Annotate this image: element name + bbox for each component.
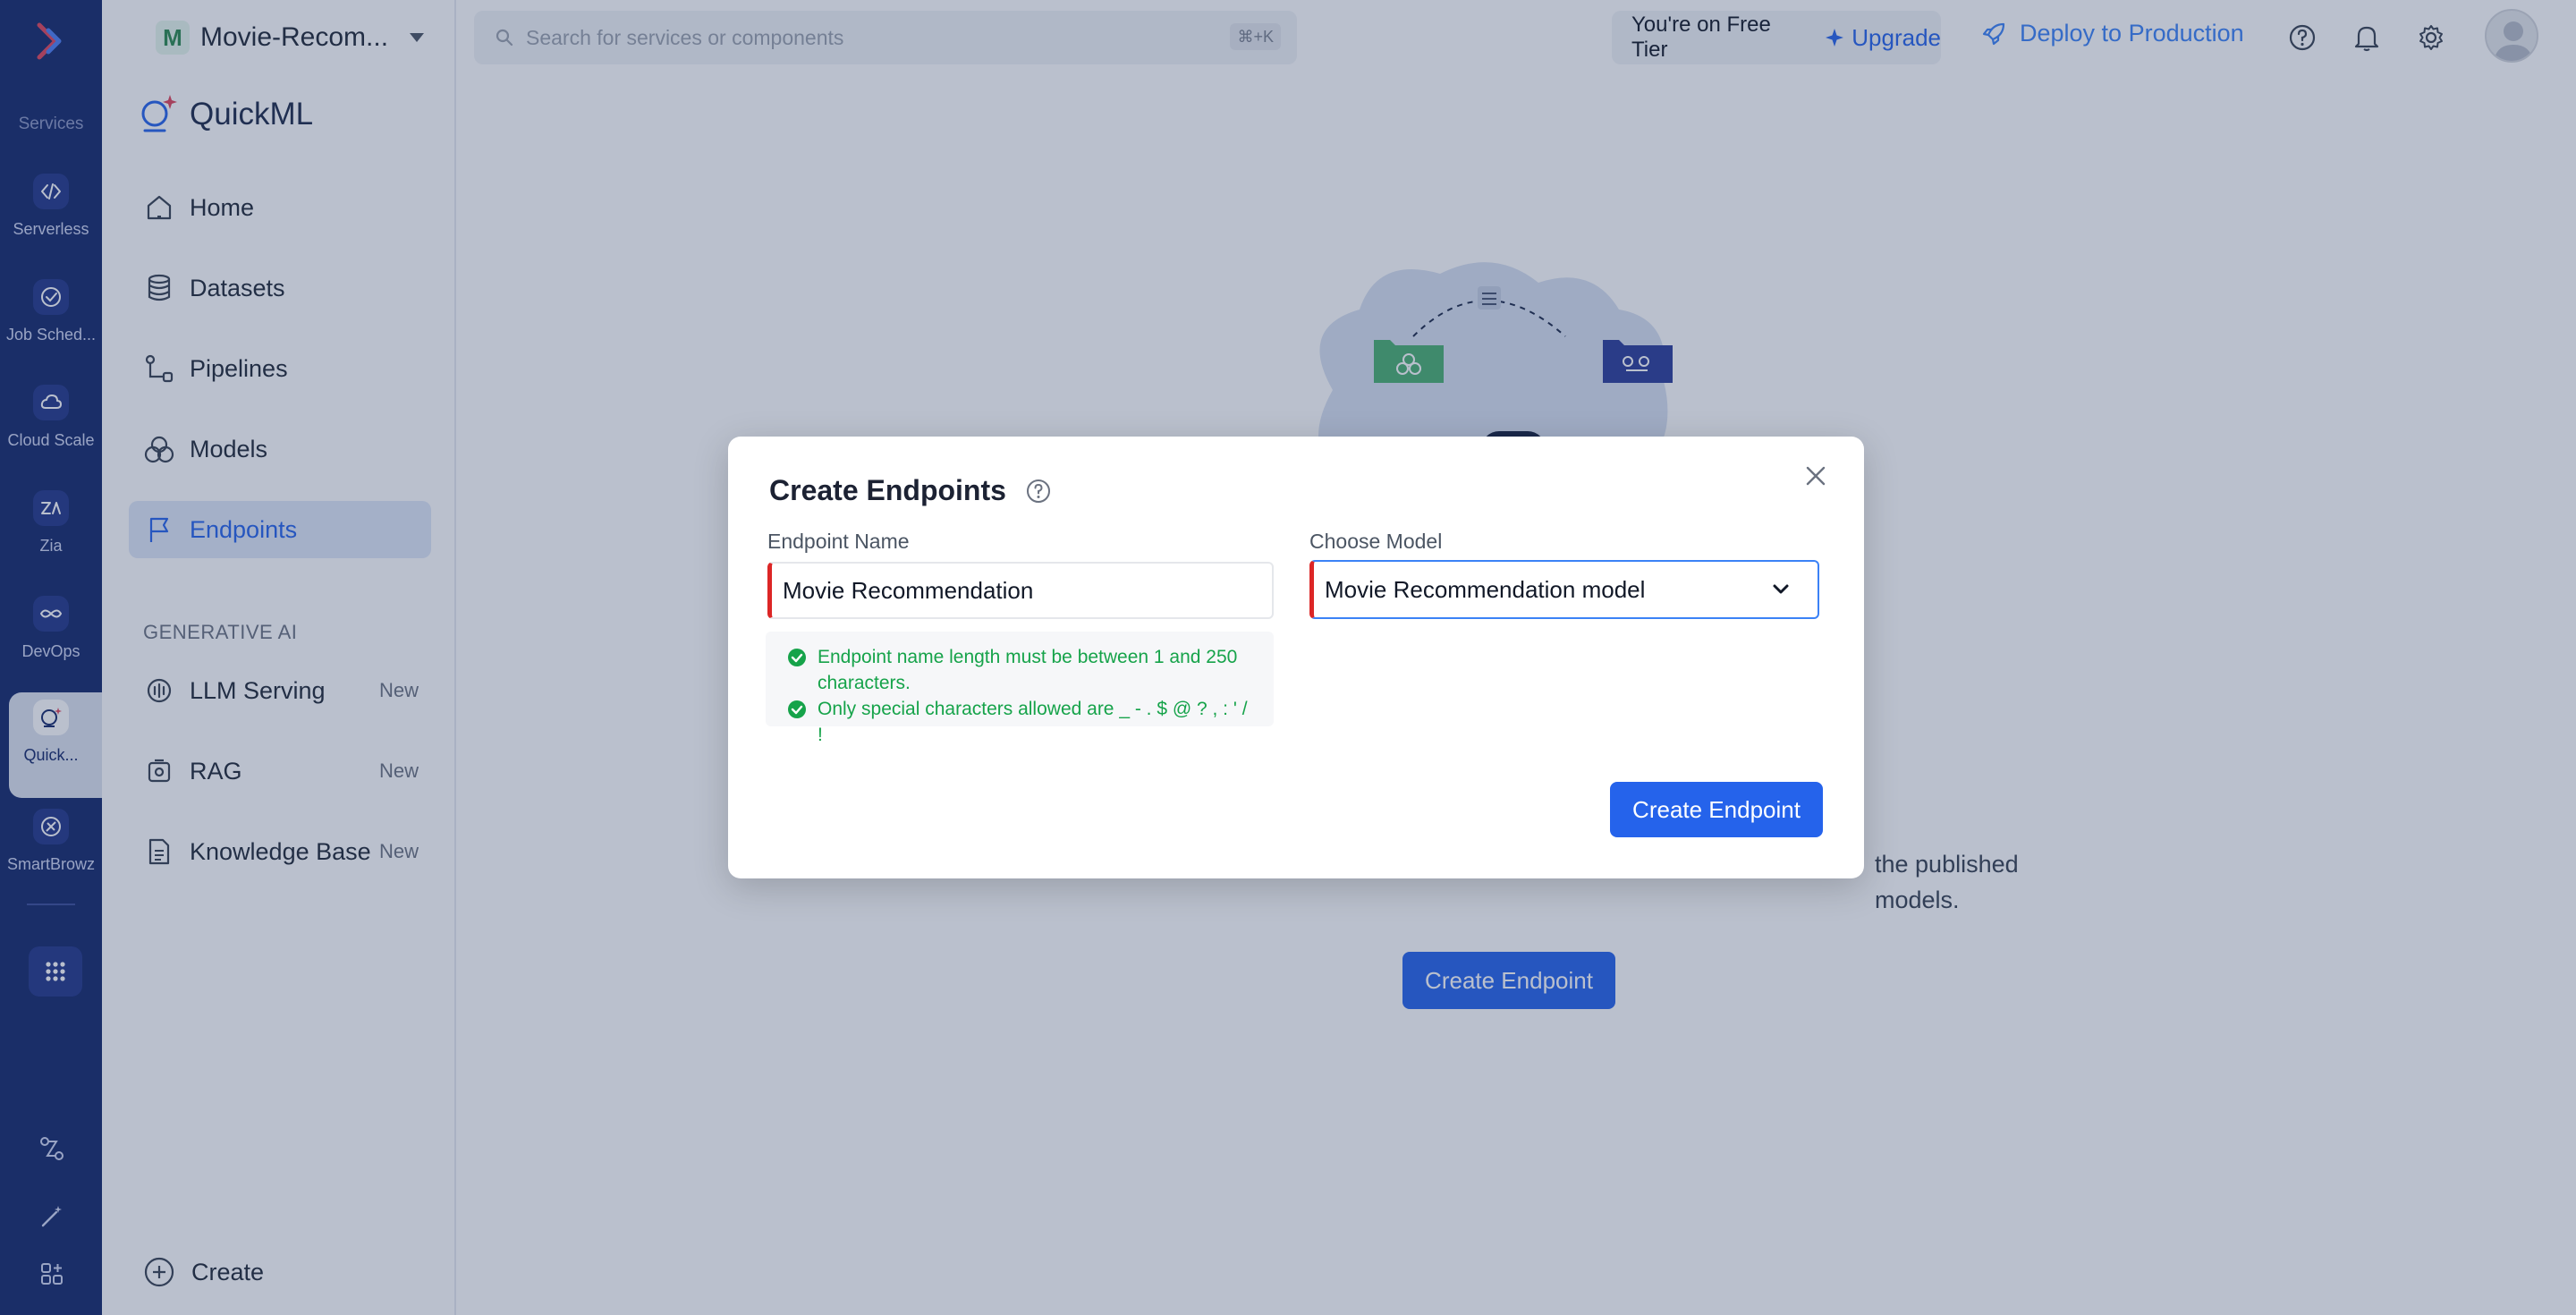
endpoint-name-input[interactable]: Movie Recommendation bbox=[767, 562, 1274, 619]
validation-hint-text: Only special characters allowed are _ - … bbox=[818, 699, 1248, 745]
validation-hints: Endpoint name length must be between 1 a… bbox=[766, 632, 1274, 745]
check-circle-icon bbox=[788, 700, 806, 718]
check-circle-icon bbox=[788, 649, 806, 666]
close-icon[interactable] bbox=[1798, 458, 1834, 494]
choose-model-label: Choose Model bbox=[1309, 530, 1443, 553]
validation-hint: Only special characters allowed are _ - … bbox=[787, 696, 1256, 748]
choose-model-select[interactable]: Movie Recommendation model bbox=[1309, 560, 1819, 619]
choose-model-value: Movie Recommendation model bbox=[1325, 575, 1646, 603]
help-circle-icon[interactable] bbox=[1025, 478, 1052, 505]
validation-hint: Endpoint name length must be between 1 a… bbox=[787, 644, 1256, 696]
create-endpoints-modal: Create Endpoints Endpoint Name Movie Rec… bbox=[728, 437, 1864, 878]
endpoint-name-label: Endpoint Name bbox=[767, 530, 910, 553]
modal-create-endpoint-button[interactable]: Create Endpoint bbox=[1610, 782, 1823, 837]
modal-title: Create Endpoints bbox=[769, 474, 1006, 506]
validation-hint-text: Endpoint name length must be between 1 a… bbox=[818, 647, 1238, 693]
chevron-down-icon bbox=[1773, 584, 1789, 594]
